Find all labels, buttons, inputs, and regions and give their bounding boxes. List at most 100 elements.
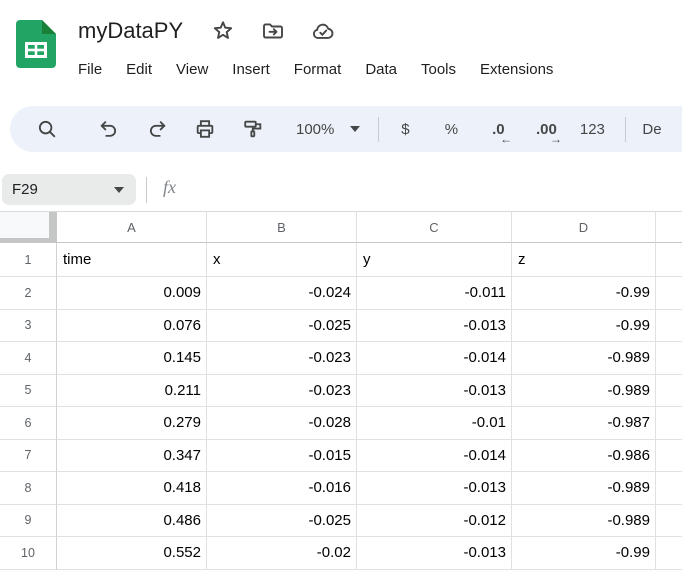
grid-cell[interactable]: 0.145 [57, 342, 207, 375]
font-select[interactable]: De [642, 113, 661, 145]
row-number[interactable]: 2 [0, 277, 57, 310]
grid-cell[interactable] [656, 537, 682, 570]
grid-cell[interactable] [656, 407, 682, 440]
grid-cell[interactable]: -0.025 [207, 310, 357, 343]
row-number[interactable]: 4 [0, 342, 57, 375]
toolbar-divider [625, 117, 626, 142]
column-header-C[interactable]: C [357, 212, 512, 243]
grid-cell[interactable]: -0.014 [357, 440, 512, 473]
grid-cell[interactable]: -0.028 [207, 407, 357, 440]
column-header-B[interactable]: B [207, 212, 357, 243]
grid-cell[interactable] [656, 472, 682, 505]
grid-cell[interactable]: -0.987 [512, 407, 656, 440]
grid-cell[interactable]: -0.989 [512, 342, 656, 375]
menu-insert[interactable]: Insert [220, 56, 282, 83]
column-header-E-partial[interactable] [656, 212, 682, 243]
grid-cell[interactable]: -0.989 [512, 505, 656, 538]
grid-cell[interactable]: -0.013 [357, 310, 512, 343]
chevron-down-icon [114, 187, 124, 193]
table-row: 6 0.279 -0.028 -0.01 -0.987 [0, 407, 682, 440]
grid-cell[interactable]: time [57, 243, 207, 277]
star-icon[interactable] [211, 19, 235, 43]
grid-cell[interactable]: -0.99 [512, 310, 656, 343]
row-number[interactable]: 9 [0, 505, 57, 538]
grid-cell[interactable]: z [512, 243, 656, 277]
grid-cell[interactable] [656, 243, 682, 277]
search-icon[interactable] [34, 113, 60, 145]
row-number[interactable]: 3 [0, 310, 57, 343]
row-number[interactable]: 1 [0, 243, 57, 277]
menu-view[interactable]: View [164, 56, 220, 83]
row-number[interactable]: 7 [0, 440, 57, 473]
grid-cell[interactable] [656, 440, 682, 473]
row-number[interactable]: 5 [0, 375, 57, 408]
grid-cell[interactable]: -0.99 [512, 537, 656, 570]
table-row: 3 0.076 -0.025 -0.013 -0.99 [0, 310, 682, 343]
menu-format[interactable]: Format [282, 56, 354, 83]
grid-cell[interactable]: 0.279 [57, 407, 207, 440]
grid-cell[interactable]: -0.01 [357, 407, 512, 440]
menu-edit[interactable]: Edit [114, 56, 164, 83]
grid-cell[interactable]: x [207, 243, 357, 277]
grid-cell[interactable]: -0.02 [207, 537, 357, 570]
grid-cell[interactable]: 0.418 [57, 472, 207, 505]
increase-decimal-button[interactable]: .00→ [525, 113, 567, 145]
table-row: 10 0.552 -0.02 -0.013 -0.99 [0, 537, 682, 570]
row-number[interactable]: 8 [0, 472, 57, 505]
grid-cell[interactable]: -0.023 [207, 342, 357, 375]
formula-input[interactable] [190, 174, 678, 205]
grid-cell[interactable]: -0.013 [357, 537, 512, 570]
grid-cell[interactable]: -0.024 [207, 277, 357, 310]
grid-cell[interactable] [656, 310, 682, 343]
document-title[interactable]: myDataPY [78, 18, 183, 44]
grid-cell[interactable]: -0.989 [512, 472, 656, 505]
grid-cell[interactable]: -0.023 [207, 375, 357, 408]
grid-cell[interactable]: 0.486 [57, 505, 207, 538]
grid-cell[interactable]: 0.076 [57, 310, 207, 343]
grid-cell[interactable]: -0.025 [207, 505, 357, 538]
cloud-saved-icon[interactable] [311, 19, 335, 43]
grid-cell[interactable]: -0.011 [357, 277, 512, 310]
row-number[interactable]: 10 [0, 537, 57, 570]
format-percent-button[interactable]: % [433, 113, 469, 145]
grid-cell[interactable] [656, 505, 682, 538]
grid-cell[interactable]: -0.989 [512, 375, 656, 408]
grid-cell[interactable]: -0.014 [357, 342, 512, 375]
column-header-A[interactable]: A [57, 212, 207, 243]
grid-cell[interactable]: -0.013 [357, 375, 512, 408]
doc-title-row: myDataPY [78, 14, 361, 48]
paint-format-icon[interactable] [240, 113, 266, 145]
grid-cell[interactable]: -0.015 [207, 440, 357, 473]
menu-tools[interactable]: Tools [409, 56, 468, 83]
format-currency-button[interactable]: $ [387, 113, 423, 145]
number-format-button[interactable]: 123 [571, 113, 613, 145]
grid-cell[interactable]: 0.552 [57, 537, 207, 570]
grid-cell[interactable]: -0.013 [357, 472, 512, 505]
grid-cell[interactable]: 0.211 [57, 375, 207, 408]
row-number[interactable]: 6 [0, 407, 57, 440]
zoom-control[interactable]: 100% [296, 121, 360, 138]
grid-cell[interactable] [656, 375, 682, 408]
move-to-folder-icon[interactable] [261, 19, 285, 43]
print-icon[interactable] [192, 113, 218, 145]
grid-cell[interactable]: 0.347 [57, 440, 207, 473]
name-box[interactable]: F29 [2, 174, 136, 205]
grid-cell[interactable] [656, 342, 682, 375]
menu-extensions[interactable]: Extensions [468, 56, 565, 83]
decrease-decimal-button[interactable]: .0← [479, 113, 517, 145]
grid-cell[interactable] [656, 277, 682, 310]
fx-icon: fx [163, 177, 176, 198]
grid-cell[interactable]: y [357, 243, 512, 277]
sheets-logo-icon[interactable] [16, 20, 56, 68]
grid-cell[interactable]: -0.99 [512, 277, 656, 310]
grid-cell[interactable]: 0.009 [57, 277, 207, 310]
menu-data[interactable]: Data [353, 56, 409, 83]
undo-icon[interactable] [96, 113, 122, 145]
grid-cell[interactable]: -0.986 [512, 440, 656, 473]
grid-cell[interactable]: -0.012 [357, 505, 512, 538]
grid-cell[interactable]: -0.016 [207, 472, 357, 505]
menu-file[interactable]: File [66, 56, 114, 83]
redo-icon[interactable] [144, 113, 170, 145]
column-header-D[interactable]: D [512, 212, 656, 243]
select-all-corner[interactable] [0, 212, 57, 243]
